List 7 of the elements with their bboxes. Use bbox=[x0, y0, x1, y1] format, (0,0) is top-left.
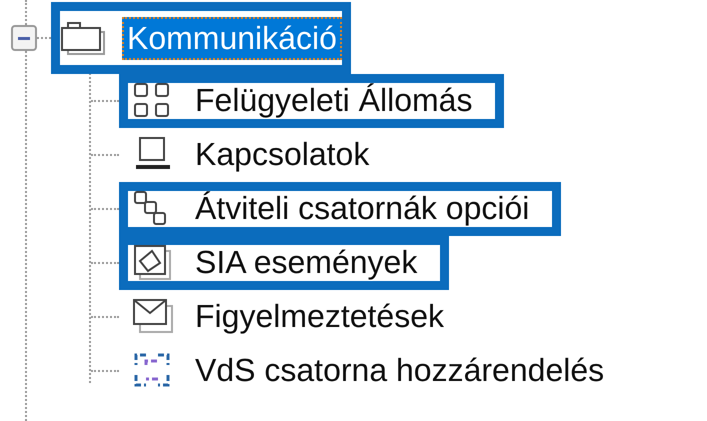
tree-item[interactable]: Kommunikáció bbox=[122, 16, 342, 60]
tree-item[interactable]: Felügyeleti Állomás bbox=[190, 79, 478, 122]
tree-item[interactable]: Figyelmeztetések bbox=[190, 295, 449, 338]
tree-item[interactable]: VdS csatorna hozzárendelés bbox=[190, 349, 610, 392]
tree-item[interactable]: Átviteli csatornák opciói bbox=[190, 187, 534, 230]
tree-item[interactable]: SIA események bbox=[190, 241, 422, 284]
tree-item[interactable]: Kapcsolatok bbox=[190, 133, 374, 176]
